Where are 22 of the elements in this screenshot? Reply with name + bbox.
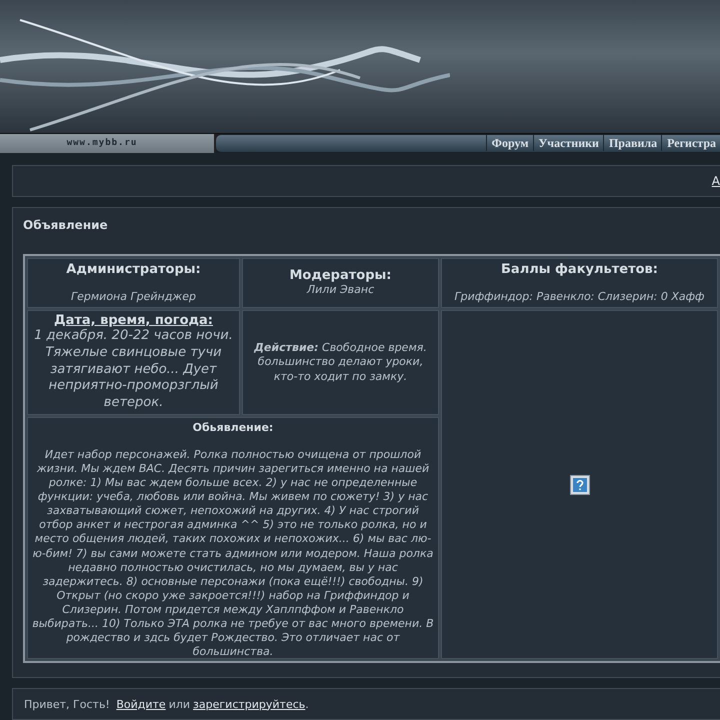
datetime-heading: Дата, время, погода: [54,312,213,328]
login-link[interactable]: Войдите [116,698,166,710]
panel-title: Объявление [23,218,109,232]
nav-link[interactable]: Участники [532,135,603,152]
admins-heading: Администраторы: [66,262,201,277]
notice-heading: Обьявление: [192,421,274,434]
datetime-text: 1 декабря. 20-22 часов ночи. Тяжелые свинцовые тучи затягивают небо... Дует неприятно-проморзглый ветерок. [33,328,234,412]
action-text: Действие: Свободное время. большинство делают уроки, кто-то ходит по замку. [253,341,428,384]
nav-link[interactable]: Регистра [661,135,720,152]
top-link[interactable]: А [712,174,720,188]
admin-names: Гермиона Грейнджер [71,290,196,304]
notice-text: Идет набор персонажей. Ролка полностью очищена от прошлой жизни. Мы ждем ВАС. Десять причин зарегиться именно на нашей ролке: 1) Мы вас ждем больше всех. 2) у нас не определенные функции: учеба, любовь или война. Мы живем по сюжету! 3) у нас захватывающий сюжет, непохожий на других. 4) У нас строгий отбор анкет и нестрогая админка ^^ 5) это не только ролка, но и место общения людей, таких похожих и непохожих... 6) мы вас лю-ю-бим! 7) вы сами можете стать админом или модером. Наша ролка недавно полностью очистилась, но мы думаем, вы у нас задержитесь. 8) основные персонажи (пока ещё!!!) свободны. 9) Открыт (но скоро уже закроется!!!) набор на Гриффиндор и Слизерин. Потом придется между Хаплпффом и Равенкло выбирать... 10) Только ЭТА ролка не требуе от вас много времени. В рождество и здсь будет Рождество. Это отличает нас от большинства. [32,448,434,660]
guest-greeting: Привет, Гость! Войдите или зарегистрируйтесь. [24,698,309,710]
broken-image-icon [570,474,590,494]
house-points-text: Гриффиндор: Равенкло: Слизерин: 0 Хафф [454,290,704,304]
house-points-heading: Баллы факультетов: [501,262,658,277]
nav-link[interactable]: Форум [486,135,532,152]
moderators-heading: Модераторы: [290,268,392,284]
register-link[interactable]: зарегистрируйтесь [193,698,306,710]
nav-link[interactable]: Правила [602,135,662,152]
moderator-names: Лили Эванс [306,283,374,298]
site-logo[interactable]: www.mybb.ru [66,138,148,148]
